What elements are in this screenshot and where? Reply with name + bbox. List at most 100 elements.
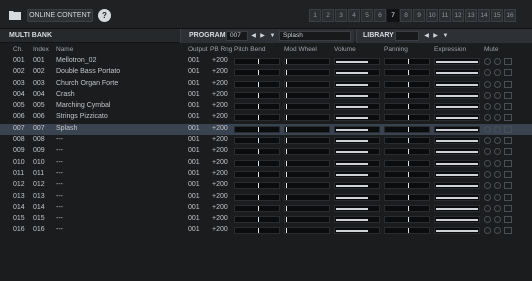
mute-toggle[interactable] xyxy=(484,227,491,235)
mute-toggle[interactable] xyxy=(484,114,491,122)
pitch-bend-slider[interactable] xyxy=(234,148,280,156)
table-row[interactable]: 006 006 Strings Pizzicato 001 +200 xyxy=(0,112,532,123)
slider-handle[interactable] xyxy=(286,92,287,98)
expression-slider[interactable] xyxy=(434,182,480,190)
volume-slider[interactable] xyxy=(334,125,380,133)
slider-handle[interactable] xyxy=(286,217,287,223)
table-row[interactable]: 003 003 Church Organ Forte 001 +200 xyxy=(0,79,532,90)
volume-slider[interactable] xyxy=(334,227,380,235)
table-row[interactable]: 004 004 Crash 001 +200 xyxy=(0,90,532,101)
mod-wheel-slider[interactable] xyxy=(284,103,330,111)
panning-slider[interactable] xyxy=(384,227,430,235)
mute-toggle[interactable] xyxy=(484,137,491,145)
slider-handle[interactable] xyxy=(286,126,287,132)
pitch-bend-slider[interactable] xyxy=(234,159,280,167)
slider-handle[interactable] xyxy=(408,183,409,189)
slider-handle[interactable] xyxy=(286,138,287,144)
volume-slider[interactable] xyxy=(334,103,380,111)
slider-handle[interactable] xyxy=(408,228,409,234)
slider-handle[interactable] xyxy=(408,171,409,177)
slider-handle[interactable] xyxy=(258,217,259,223)
table-row[interactable]: 012 012 --- 001 +200 xyxy=(0,180,532,191)
panning-slider[interactable] xyxy=(384,80,430,88)
page-button-14[interactable]: 14 xyxy=(478,9,490,22)
panning-slider[interactable] xyxy=(384,58,430,65)
slider-handle[interactable] xyxy=(258,104,259,110)
slider-handle[interactable] xyxy=(258,92,259,98)
solo-toggle[interactable] xyxy=(494,137,501,145)
page-button-4[interactable]: 4 xyxy=(348,9,360,22)
panning-slider[interactable] xyxy=(384,182,430,190)
mute-toggle[interactable] xyxy=(484,58,491,65)
solo-toggle[interactable] xyxy=(494,69,501,77)
cell-name[interactable]: Crash xyxy=(56,91,75,98)
pitch-bend-slider[interactable] xyxy=(234,58,280,65)
mod-wheel-slider[interactable] xyxy=(284,204,330,212)
volume-slider[interactable] xyxy=(334,159,380,167)
cell-name[interactable]: --- xyxy=(56,215,63,222)
cell-name[interactable]: Double Bass Portato xyxy=(56,68,120,75)
cell-name[interactable]: --- xyxy=(56,159,63,166)
program-number-field[interactable]: 007 xyxy=(226,31,248,41)
table-row[interactable]: 016 016 --- 001 +200 xyxy=(0,225,532,236)
expression-slider[interactable] xyxy=(434,193,480,201)
cell-name[interactable]: Splash xyxy=(56,125,77,132)
slider-handle[interactable] xyxy=(408,59,409,64)
pitch-bend-slider[interactable] xyxy=(234,182,280,190)
expression-slider[interactable] xyxy=(434,170,480,178)
pitch-bend-slider[interactable] xyxy=(234,204,280,212)
cell-name[interactable]: --- xyxy=(56,147,63,154)
expression-slider[interactable] xyxy=(434,137,480,145)
mod-wheel-slider[interactable] xyxy=(284,137,330,145)
solo-toggle[interactable] xyxy=(494,103,501,111)
library-field[interactable] xyxy=(395,31,419,41)
panning-slider[interactable] xyxy=(384,170,430,178)
page-button-13[interactable]: 13 xyxy=(465,9,477,22)
slider-handle[interactable] xyxy=(286,160,287,166)
cell-name[interactable]: Strings Pizzicato xyxy=(56,113,108,120)
mod-wheel-slider[interactable] xyxy=(284,170,330,178)
solo-toggle[interactable] xyxy=(494,80,501,88)
pitch-bend-slider[interactable] xyxy=(234,193,280,201)
mute-toggle[interactable] xyxy=(484,193,491,201)
library-next-icon[interactable]: ▶ xyxy=(431,31,440,41)
slider-handle[interactable] xyxy=(408,138,409,144)
mute-toggle[interactable] xyxy=(484,170,491,178)
slider-handle[interactable] xyxy=(258,160,259,166)
mod-wheel-slider[interactable] xyxy=(284,216,330,224)
solo-toggle[interactable] xyxy=(494,170,501,178)
mute-toggle[interactable] xyxy=(484,148,491,156)
mute-toggle[interactable] xyxy=(484,80,491,88)
library-prev-icon[interactable]: ◀ xyxy=(422,31,431,41)
slider-handle[interactable] xyxy=(286,228,287,234)
online-content-button[interactable]: ONLINE CONTENT xyxy=(27,9,93,22)
cell-name[interactable]: --- xyxy=(56,193,63,200)
table-row[interactable]: 015 015 --- 001 +200 xyxy=(0,214,532,225)
mute-toggle[interactable] xyxy=(484,204,491,212)
page-button-5[interactable]: 5 xyxy=(361,9,373,22)
panning-slider[interactable] xyxy=(384,204,430,212)
pitch-bend-slider[interactable] xyxy=(234,137,280,145)
solo-toggle[interactable] xyxy=(494,91,501,99)
expression-slider[interactable] xyxy=(434,114,480,122)
page-button-12[interactable]: 12 xyxy=(452,9,464,22)
cell-name[interactable]: --- xyxy=(56,226,63,233)
solo-toggle[interactable] xyxy=(494,125,501,133)
program-dropdown-icon[interactable]: ▼ xyxy=(268,31,277,41)
pitch-bend-slider[interactable] xyxy=(234,216,280,224)
panning-slider[interactable] xyxy=(384,159,430,167)
volume-slider[interactable] xyxy=(334,204,380,212)
slider-handle[interactable] xyxy=(258,126,259,132)
slider-handle[interactable] xyxy=(258,115,259,121)
slider-handle[interactable] xyxy=(258,205,259,211)
cell-name[interactable]: Church Organ Forte xyxy=(56,80,118,87)
volume-slider[interactable] xyxy=(334,69,380,77)
slider-handle[interactable] xyxy=(408,205,409,211)
slider-handle[interactable] xyxy=(258,59,259,64)
expression-slider[interactable] xyxy=(434,227,480,235)
panning-slider[interactable] xyxy=(384,148,430,156)
mute-toggle[interactable] xyxy=(484,182,491,190)
page-button-16[interactable]: 16 xyxy=(504,9,516,22)
slider-handle[interactable] xyxy=(286,205,287,211)
mod-wheel-slider[interactable] xyxy=(284,58,330,65)
